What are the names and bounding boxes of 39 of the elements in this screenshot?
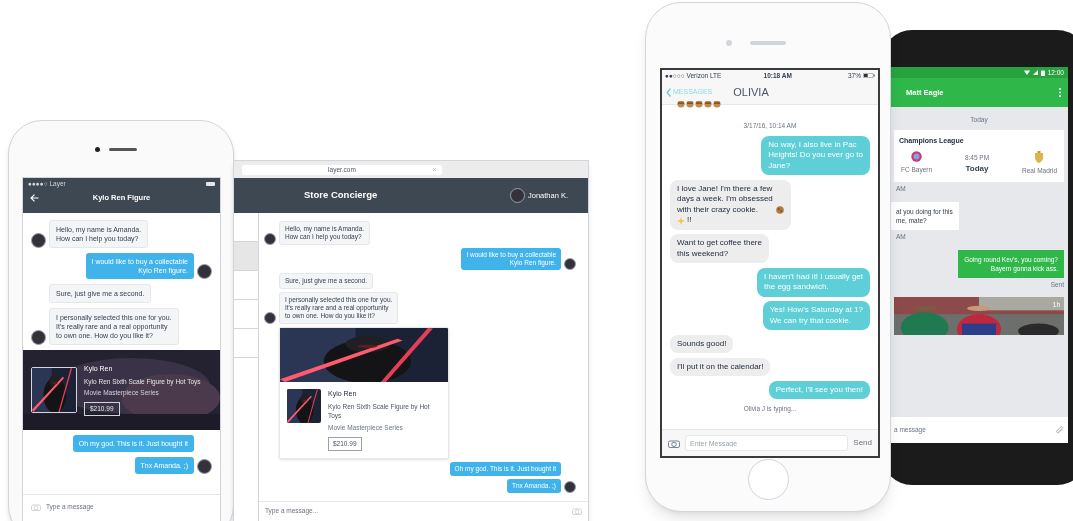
crest-icon <box>911 151 923 163</box>
message-bubble: I haven't had it! I usually get the egg sandwich. <box>757 267 870 297</box>
message-bubble: Perfect, I'll see you then! <box>768 380 870 400</box>
speaker-grille <box>109 148 137 151</box>
back-chevron-icon <box>666 88 671 97</box>
message-bubble: Sounds good! <box>670 334 734 354</box>
camera-icon[interactable] <box>31 502 41 511</box>
close-icon[interactable] <box>432 167 437 172</box>
sidebar-row[interactable] <box>234 242 258 271</box>
sidebar-row[interactable] <box>234 271 258 300</box>
battery-icon <box>863 73 875 78</box>
camera-icon[interactable] <box>668 438 680 448</box>
message-bubble: No way, I also live in Pac Heights! Do you ever go to Jane? <box>761 135 870 176</box>
wifi-icon <box>1023 70 1030 75</box>
match-day: Today <box>965 163 989 175</box>
message-bubble: Want to get coffee there this weekend? <box>670 234 769 264</box>
speaker-grille <box>750 41 786 45</box>
sidebar-row[interactable] <box>234 300 258 329</box>
message-bubble: I love Jane! I'm there a few days a week. I'm obsessed with their crazy cookie. !! <box>670 179 791 230</box>
cookie-icon <box>775 206 784 215</box>
message-bubble: I'll put it on the calendar! <box>670 357 771 377</box>
camera-icon[interactable] <box>572 507 582 515</box>
signal-icon <box>1032 70 1038 75</box>
battery-icon <box>206 181 215 186</box>
sidebar-row[interactable] <box>234 329 258 358</box>
camera-lens <box>95 147 100 152</box>
sparkle-icon <box>677 216 685 225</box>
chat-title: Store Concierge <box>304 188 378 203</box>
home-button[interactable] <box>748 459 789 500</box>
camera-lens <box>726 40 732 46</box>
back-arrow-icon[interactable] <box>30 194 39 202</box>
avatar <box>509 188 525 203</box>
crest-icon <box>1034 151 1045 164</box>
conversation-title: OLIVIA <box>733 85 769 101</box>
battery-icon <box>1040 69 1045 76</box>
send-button[interactable]: Send <box>853 437 872 449</box>
sidebar-row[interactable] <box>234 213 258 242</box>
paperclip-icon[interactable] <box>1056 426 1064 434</box>
message-bubble: Yes! How's Saturday at 1? We can try that cookie. <box>762 301 870 331</box>
